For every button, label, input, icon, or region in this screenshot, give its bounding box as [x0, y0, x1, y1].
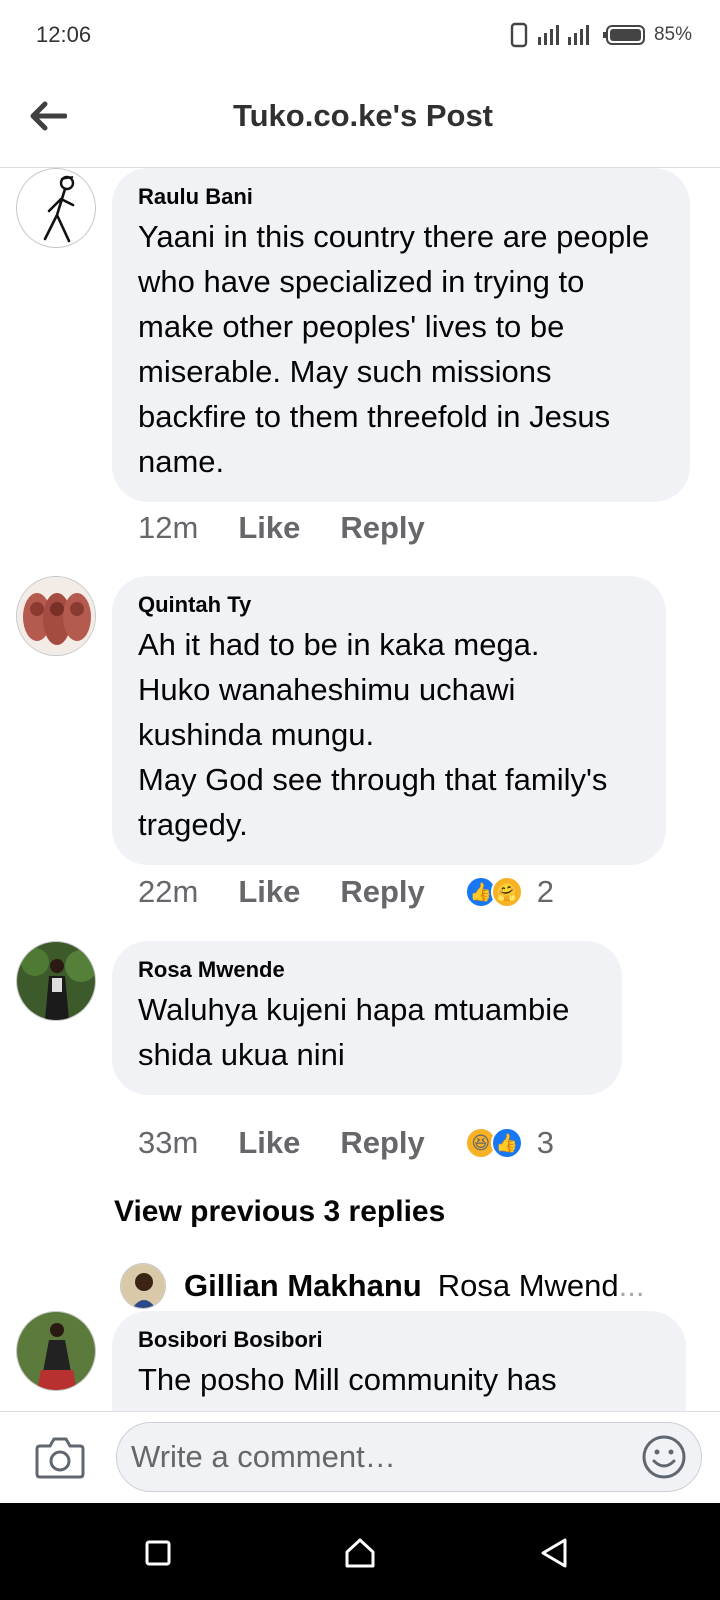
- camera-button[interactable]: [34, 1434, 86, 1480]
- comment-author[interactable]: Raulu Bani: [138, 184, 664, 210]
- reply-preview[interactable]: Gillian Makhanu Rosa Mwend ...: [120, 1263, 644, 1309]
- reply-ellipsis: ...: [618, 1268, 645, 1303]
- recent-apps-button[interactable]: [138, 1533, 178, 1573]
- care-reaction-icon: 🤗: [490, 876, 523, 908]
- reactions[interactable]: 😆 👍: [464, 1127, 523, 1159]
- phone-vibrate-icon: [510, 22, 528, 48]
- reply-button[interactable]: Reply: [340, 1125, 424, 1161]
- comment-bubble: Bosibori Bosibori The posho Mill communi…: [112, 1311, 686, 1411]
- avatar[interactable]: [16, 941, 96, 1021]
- comment-author[interactable]: Quintah Ty: [138, 592, 640, 618]
- status-time: 12:06: [36, 22, 92, 47]
- page-title: Tuko.co.ke's Post: [232, 98, 494, 133]
- comment-text: Yaani in this country there are people w…: [138, 219, 650, 479]
- comments-list: Raulu Bani Yaani in this country there a…: [0, 168, 720, 1411]
- avatar[interactable]: [16, 168, 96, 248]
- comment-actions: 33m Like Reply 😆 👍 3: [138, 1125, 554, 1161]
- comment-bubble: Raulu Bani Yaani in this country there a…: [112, 168, 690, 502]
- comment-author[interactable]: Bosibori Bosibori: [138, 1327, 660, 1353]
- comment-time[interactable]: 33m: [138, 1125, 198, 1161]
- comment-text: Waluhya kujeni hapa mtuambie shida ukua …: [138, 992, 570, 1072]
- comment-text: Ah it had to be in kaka mega. Huko wanah…: [138, 627, 608, 842]
- status-bar: 12:06 85%: [0, 0, 720, 72]
- home-button[interactable]: [340, 1533, 380, 1573]
- comment-input[interactable]: [116, 1422, 702, 1492]
- reactions[interactable]: 👍 🤗: [464, 876, 523, 908]
- comment-time[interactable]: 22m: [138, 874, 198, 910]
- reply-button[interactable]: Reply: [340, 510, 424, 546]
- avatar[interactable]: [16, 1311, 96, 1391]
- post-header: Tuko.co.ke's Post: [0, 72, 720, 168]
- reply-author: Gillian Makhanu: [184, 1268, 422, 1303]
- system-navigation-bar: [0, 1503, 720, 1600]
- comment-actions: 22m Like Reply 👍 🤗 2: [138, 874, 554, 910]
- like-button[interactable]: Like: [238, 874, 300, 910]
- reaction-count[interactable]: 3: [537, 1125, 554, 1161]
- back-nav-button[interactable]: [535, 1533, 575, 1573]
- comment-text: The posho Mill community has: [138, 1362, 557, 1397]
- comment-composer: [0, 1411, 720, 1503]
- comment-bubble: Rosa Mwende Waluhya kujeni hapa mtuambie…: [112, 941, 622, 1095]
- like-button[interactable]: Like: [238, 1125, 300, 1161]
- reply-text: Rosa Mwend: [437, 1268, 619, 1303]
- battery-icon: [602, 24, 646, 46]
- signal-icon: [536, 23, 594, 47]
- smiley-icon: [642, 1435, 686, 1479]
- avatar: [120, 1263, 166, 1309]
- comment-time[interactable]: 12m: [138, 510, 198, 546]
- emoji-button[interactable]: [640, 1433, 688, 1481]
- like-button[interactable]: Like: [238, 510, 300, 546]
- status-icons: 85%: [510, 22, 692, 48]
- reaction-count[interactable]: 2: [537, 874, 554, 910]
- comment-bubble: Quintah Ty Ah it had to be in kaka mega.…: [112, 576, 666, 865]
- battery-percent: 85%: [653, 24, 692, 45]
- view-previous-replies-link[interactable]: View previous 3 replies: [114, 1195, 445, 1229]
- home-icon: [345, 1538, 375, 1568]
- reply-button[interactable]: Reply: [340, 874, 424, 910]
- square-icon: [145, 1540, 171, 1566]
- camera-icon: [35, 1437, 85, 1479]
- avatar[interactable]: [16, 576, 96, 656]
- triangle-back-icon: [541, 1538, 567, 1568]
- comment-author[interactable]: Rosa Mwende: [138, 957, 596, 983]
- comment-actions: 12m Like Reply: [138, 510, 465, 546]
- like-reaction-icon: 👍: [490, 1127, 523, 1159]
